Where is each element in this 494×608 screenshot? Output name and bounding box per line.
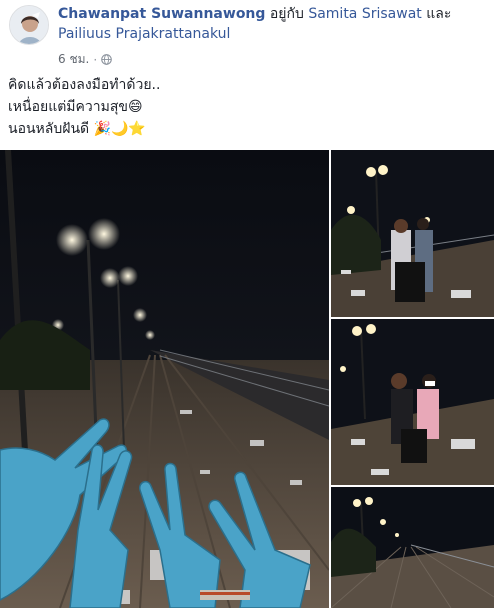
post-meta: 6 ชม. · (58, 50, 112, 69)
meta-separator: · (93, 52, 98, 67)
post-title-line: Chawanpat Suwannawong อยู่กับ Samita Sri… (58, 4, 488, 44)
tagged-user-link-2[interactable]: Pailiuus Prajakrattanakul (58, 26, 230, 42)
photo-two-volunteers-1[interactable] (331, 150, 494, 317)
globe-icon[interactable] (101, 54, 112, 65)
post-header: Chawanpat Suwannawong อยู่กับ Samita Sri… (0, 0, 494, 67)
message-line-1: คิดแล้วต้องลงมือทำด้วย.. (8, 77, 161, 93)
with-label: อยู่กับ (269, 6, 304, 22)
author-avatar[interactable] (9, 5, 49, 45)
and-label: และ (426, 6, 452, 22)
photo-two-volunteers-2[interactable] (331, 319, 494, 485)
tagged-user-link-1[interactable]: Samita Srisawat (308, 6, 421, 22)
post-message: คิดแล้วต้องลงมือทำด้วย.. เหนื่อยแต่มีควา… (8, 74, 488, 140)
photo-main-gloves[interactable] (0, 150, 329, 608)
avatar-image (10, 6, 48, 44)
author-name-link[interactable]: Chawanpat Suwannawong (58, 6, 265, 22)
photo-promenade[interactable] (331, 487, 494, 608)
post-timestamp[interactable]: 6 ชม. (58, 50, 89, 69)
message-line-3: นอนหลับฝันดี 🎉🌙⭐ (8, 121, 146, 137)
message-line-2: เหนื่อยแต่มีความสุข😄 (8, 99, 143, 115)
photo-grid (0, 150, 494, 608)
